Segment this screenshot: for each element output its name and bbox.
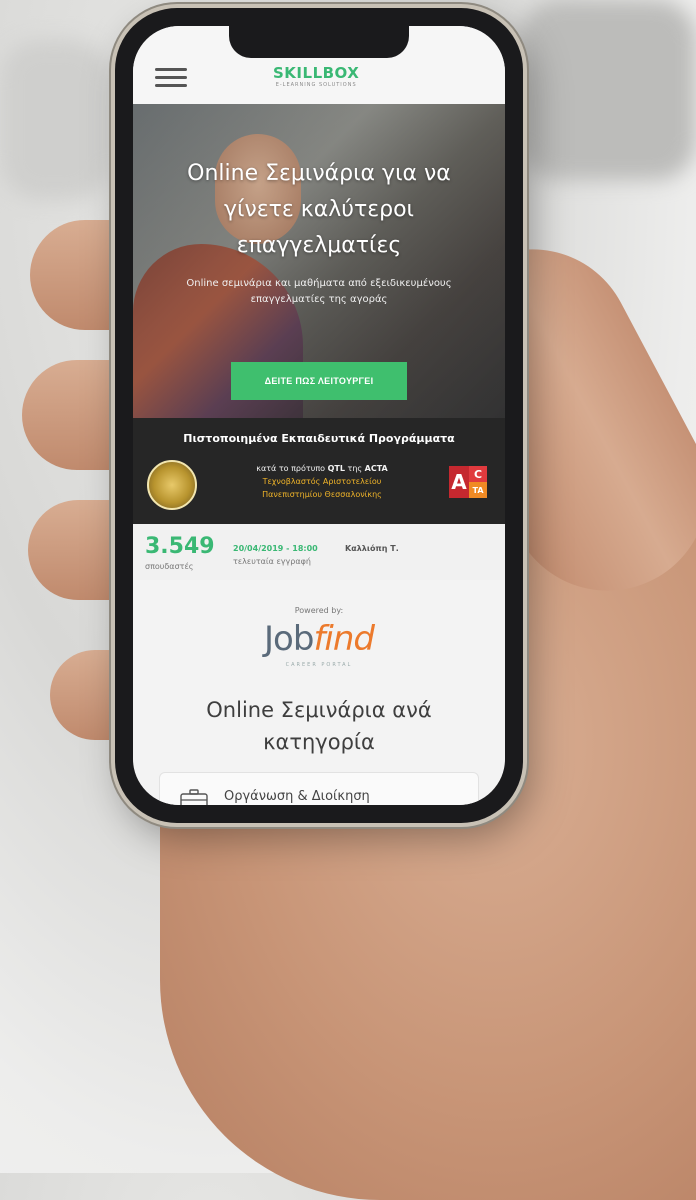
hero-title: Online Σεμινάρια για να γίνετε καλύτεροι…	[187, 161, 451, 258]
smartphone: SKILLBOX E-LEARNING SOLUTIONS Online Σεμ…	[115, 8, 523, 823]
acta-logo-ta: TA	[469, 482, 487, 498]
hero-subtitle: Online σεμινάρια και μαθήματα από εξειδι…	[186, 278, 452, 305]
accreditation-line3: Πανεπιστημίου Θεσσαλονίκης	[262, 490, 382, 499]
accreditation-prefix: κατά το πρότυπο	[256, 464, 326, 473]
accreditation-qtl: QTL	[327, 464, 345, 473]
acta-logo: A C TA	[449, 466, 487, 498]
logo-text: SKILLBOX	[273, 64, 360, 82]
category-label: Οργάνωση & Διοίκηση	[224, 789, 370, 804]
hero-banner: Online Σεμινάρια για να γίνετε καλύτεροι…	[133, 104, 505, 424]
jobfind-tagline: CAREER PORTAL	[285, 662, 353, 668]
phone-screen: SKILLBOX E-LEARNING SOLUTIONS Online Σεμ…	[133, 26, 505, 805]
briefcase-icon	[180, 789, 208, 805]
accreditation-line2: Τεχνοβλαστός Αριστοτελείου	[262, 477, 382, 486]
accreditation-title: Πιστοποιημένα Εκπαιδευτικά Προγράμματα	[183, 432, 455, 445]
acta-logo-a: A	[449, 466, 469, 498]
accreditation-acta: ACTA	[364, 464, 388, 473]
hamburger-menu-icon[interactable]	[155, 68, 187, 87]
university-seal-icon	[147, 460, 197, 510]
accreditation-mid: της	[347, 464, 363, 473]
accreditation-band: Πιστοποιημένα Εκπαιδευτικά Προγράμματα κ…	[133, 418, 505, 524]
jobfind-logo[interactable]: Jobfind	[133, 619, 505, 659]
student-count: 3.549	[145, 534, 215, 559]
acta-logo-c: C	[469, 466, 487, 482]
logo-tagline: E-LEARNING SOLUTIONS	[275, 82, 357, 88]
background-blur-top-right	[520, 0, 696, 180]
skillbox-logo[interactable]: SKILLBOX E-LEARNING SOLUTIONS	[273, 64, 359, 88]
jobfind-logo-find: find	[313, 619, 375, 659]
accreditation-text: κατά το πρότυπο QTL της ACTA Τεχνοβλαστό…	[217, 462, 427, 501]
background-blur-left	[0, 40, 110, 200]
phone-notch	[229, 26, 409, 58]
student-count-label: σπουδαστές	[145, 562, 194, 571]
stats-bar: 3.549 σπουδαστές 20/04/2019 - 18:00 Καλλ…	[133, 524, 505, 580]
jobfind-logo-job: Job	[264, 619, 314, 659]
last-registration-date: 20/04/2019 - 18:00	[233, 544, 318, 553]
last-registration-label: τελευταία εγγραφή	[233, 557, 311, 566]
last-registration-name: Καλλιόπη Τ.	[345, 544, 399, 553]
categories-heading: Online Σεμινάρια ανά κατηγορία	[206, 698, 432, 754]
powered-by-label: Powered by:	[294, 606, 344, 615]
category-card[interactable]: Οργάνωση & Διοίκηση	[159, 772, 479, 805]
how-it-works-button[interactable]: ΔΕΙΤΕ ΠΩΣ ΛΕΙΤΟΥΡΓΕΙ	[231, 362, 407, 400]
